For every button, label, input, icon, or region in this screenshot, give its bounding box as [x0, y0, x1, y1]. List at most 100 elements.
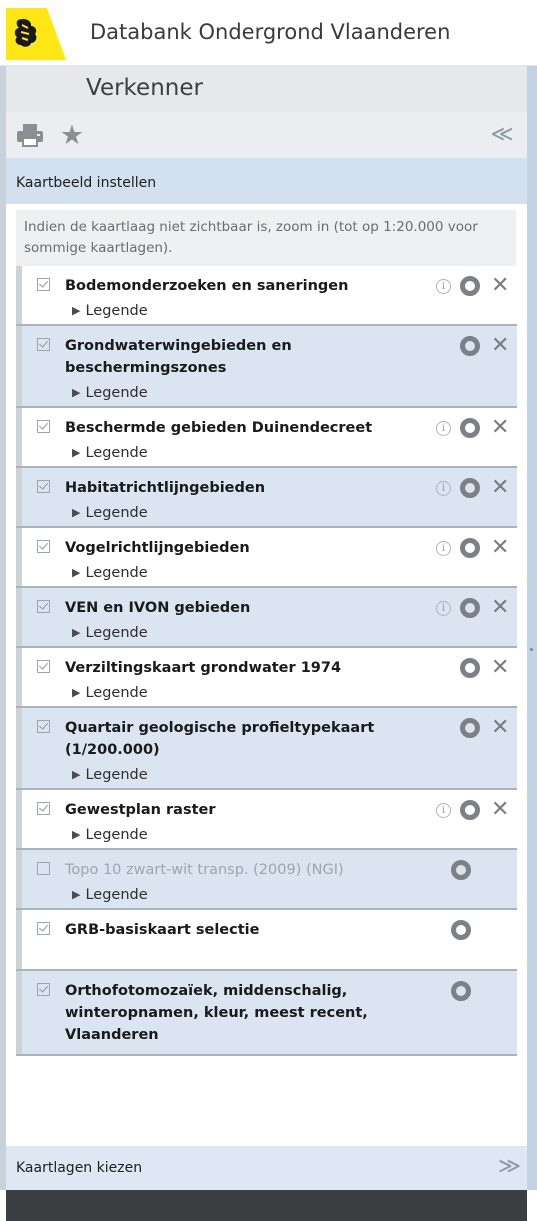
- legend-toggle[interactable]: ▶ Legende: [26, 499, 509, 526]
- layer-visibility-checkbox[interactable]: [37, 338, 50, 351]
- legend-toggle[interactable]: ▶ Legende: [26, 379, 509, 406]
- layer-settings-icon[interactable]: [460, 418, 480, 438]
- double-chevron-down-icon[interactable]: ≫: [498, 1154, 521, 1179]
- layer-settings-icon[interactable]: [460, 478, 480, 498]
- collapse-panel-button[interactable]: ≪: [486, 120, 518, 150]
- layer-list: Bodemonderzoeken en saneringen i ✕ ▶ Legende…: [16, 266, 517, 1056]
- layer-name: Beschermde gebieden Duinendecreet: [65, 420, 373, 436]
- remove-layer-icon[interactable]: ✕: [491, 417, 509, 439]
- legend-toggle[interactable]: ▶ Legende: [26, 559, 509, 586]
- layer-name: Topo 10 zwart-wit transp. (2009) (NGI): [65, 862, 344, 878]
- layer-actions: i ✕: [436, 799, 509, 821]
- layer-row: Grondwaterwingebieden en beschermingszon…: [16, 326, 517, 408]
- layer-settings-icon[interactable]: [460, 658, 480, 678]
- layer-actions: i ✕: [436, 417, 509, 439]
- layer-visibility-checkbox[interactable]: [37, 720, 50, 733]
- layer-visibility-checkbox[interactable]: [37, 922, 50, 935]
- layer-settings-icon[interactable]: [460, 336, 480, 356]
- remove-layer-icon[interactable]: ✕: [491, 477, 509, 499]
- layer-settings-icon[interactable]: [451, 860, 471, 880]
- layer-visibility-checkbox[interactable]: [37, 278, 50, 291]
- layer-row: Verziltingskaart grondwater 1974 ✕ ▶ Legend…: [16, 648, 517, 708]
- layer-actions: ✕: [460, 657, 509, 679]
- print-button[interactable]: [14, 120, 46, 150]
- info-icon[interactable]: i: [436, 480, 451, 496]
- layer-name: VEN en IVON gebieden: [65, 600, 251, 616]
- remove-layer-icon[interactable]: ✕: [491, 335, 509, 357]
- layer-actions: ✕: [460, 335, 509, 357]
- legend-toggle[interactable]: ▶ Legende: [26, 679, 509, 706]
- resize-grip-dot: [530, 648, 533, 651]
- layer-row: Vogelrichtlijngebieden i ✕ ▶ Legende: [16, 528, 517, 588]
- layer-header: Habitatrichtlijngebieden i ✕: [26, 477, 509, 499]
- layer-settings-icon[interactable]: [460, 598, 480, 618]
- layer-actions: i ✕: [436, 597, 509, 619]
- layer-visibility-checkbox[interactable]: [37, 802, 50, 815]
- legend-toggle[interactable]: ▶ Legende: [26, 297, 509, 324]
- layer-header: Orthofotomozaïek, middenschalig, wintero…: [26, 980, 509, 1046]
- layer-row: Habitatrichtlijngebieden i ✕ ▶ Legende: [16, 468, 517, 528]
- remove-layer-icon[interactable]: ✕: [491, 537, 509, 559]
- layer-visibility-checkbox[interactable]: [37, 983, 50, 996]
- remove-layer-icon[interactable]: ✕: [491, 597, 509, 619]
- layer-row: Orthofotomozaïek, middenschalig, wintero…: [16, 971, 517, 1056]
- layer-row: VEN en IVON gebieden i ✕ ▶ Legende: [16, 588, 517, 648]
- legend-label: Legende: [85, 504, 148, 521]
- legend-label: Legende: [85, 384, 148, 401]
- layer-row: GRB-basiskaart selectie: [16, 910, 517, 971]
- lion-icon: [14, 18, 37, 47]
- info-icon[interactable]: i: [436, 600, 451, 616]
- layer-settings-icon[interactable]: [460, 538, 480, 558]
- layer-settings-icon[interactable]: [460, 800, 480, 820]
- section-title: Kaartbeeld instellen: [16, 175, 157, 191]
- footer-bar: [6, 1190, 527, 1221]
- layer-header: Topo 10 zwart-wit transp. (2009) (NGI): [26, 859, 509, 881]
- legend-label: Legende: [85, 302, 148, 319]
- caret-right-icon: ▶: [72, 506, 81, 519]
- section-header-kaartlagen[interactable]: Kaartlagen kiezen ≫: [6, 1146, 527, 1190]
- app-title: Databank Ondergrond Vlaanderen: [90, 20, 451, 44]
- layer-visibility-checkbox[interactable]: [37, 600, 50, 613]
- flemish-lion-logo[interactable]: [6, 8, 66, 60]
- layer-header: Gewestplan raster i ✕: [26, 799, 509, 821]
- caret-right-icon: ▶: [72, 768, 81, 781]
- layer-visibility-checkbox[interactable]: [37, 480, 50, 493]
- layer-visibility-checkbox[interactable]: [37, 660, 50, 673]
- layer-visibility-checkbox[interactable]: [37, 862, 50, 875]
- panel-resize-handle[interactable]: [527, 66, 537, 1190]
- layer-header: VEN en IVON gebieden i ✕: [26, 597, 509, 619]
- layer-actions: i ✕: [436, 275, 509, 297]
- caret-right-icon: ▶: [72, 566, 81, 579]
- layer-name: Gewestplan raster: [65, 802, 216, 818]
- layer-settings-icon[interactable]: [460, 718, 480, 738]
- layer-settings-icon[interactable]: [451, 920, 471, 940]
- legend-toggle[interactable]: ▶ Legende: [26, 761, 509, 788]
- legend-toggle[interactable]: ▶ Legende: [26, 821, 509, 848]
- remove-layer-icon[interactable]: ✕: [491, 799, 509, 821]
- remove-layer-icon[interactable]: ✕: [491, 657, 509, 679]
- legend-toggle[interactable]: ▶ Legende: [26, 619, 509, 646]
- legend-toggle[interactable]: ▶ Legende: [26, 881, 509, 908]
- layer-name: Verziltingskaart grondwater 1974: [65, 660, 342, 676]
- remove-layer-icon[interactable]: ✕: [491, 275, 509, 297]
- info-icon[interactable]: i: [436, 420, 451, 436]
- layer-actions: i ✕: [436, 477, 509, 499]
- info-icon[interactable]: i: [436, 802, 451, 818]
- legend-label: Legende: [85, 886, 148, 903]
- zoom-notice: Indien de kaartlaag niet zichtbaar is, z…: [16, 210, 516, 266]
- layer-visibility-checkbox[interactable]: [37, 420, 50, 433]
- section-header-kaartbeeld[interactable]: Kaartbeeld instellen: [6, 158, 527, 204]
- layer-actions: [451, 919, 509, 941]
- layer-row: Topo 10 zwart-wit transp. (2009) (NGI) ▶ L…: [16, 850, 517, 910]
- remove-layer-icon[interactable]: ✕: [491, 717, 509, 739]
- layer-visibility-checkbox[interactable]: [37, 540, 50, 553]
- legend-toggle[interactable]: ▶ Legende: [26, 439, 509, 466]
- panel-title: Verkenner: [86, 75, 203, 101]
- layer-header: Verziltingskaart grondwater 1974 ✕: [26, 657, 509, 679]
- info-icon[interactable]: i: [436, 540, 451, 556]
- layer-settings-icon[interactable]: [460, 276, 480, 296]
- layer-settings-icon[interactable]: [451, 981, 471, 1001]
- legend-label: Legende: [85, 826, 148, 843]
- info-icon[interactable]: i: [436, 278, 451, 294]
- favorite-button[interactable]: ★: [56, 120, 88, 150]
